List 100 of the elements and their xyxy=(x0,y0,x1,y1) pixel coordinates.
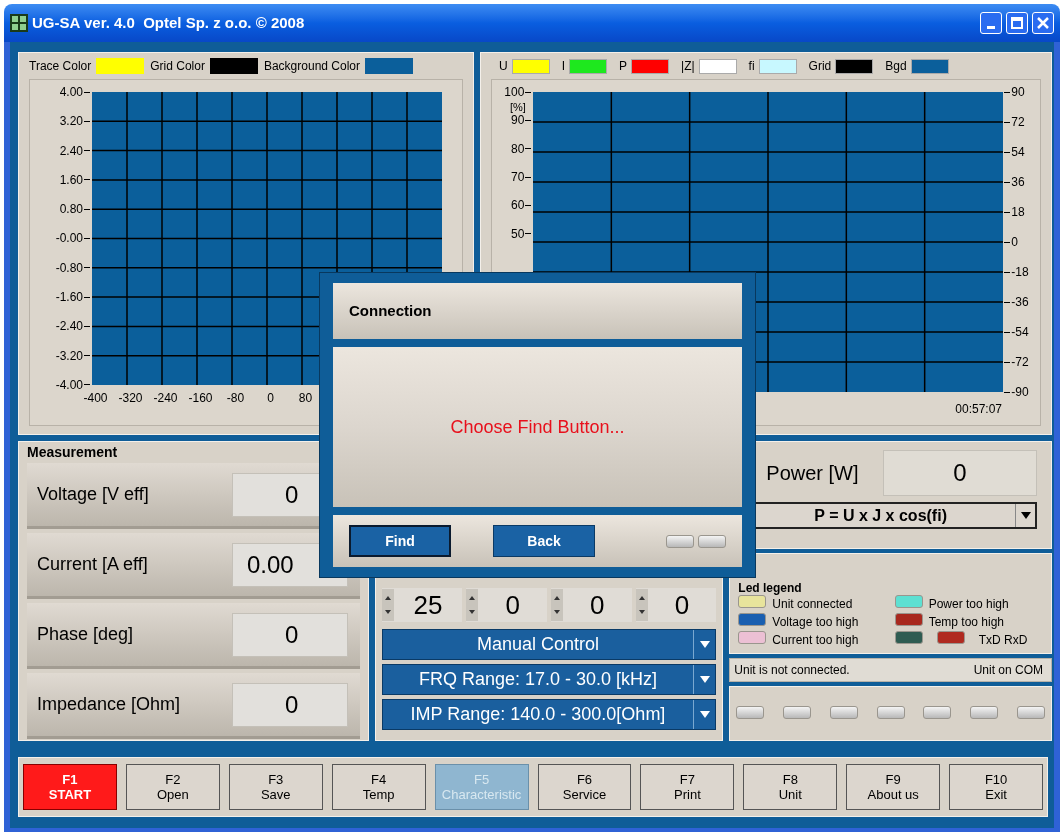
time-label: 00:57:07 xyxy=(955,401,1002,418)
legend-label: Bgd xyxy=(885,58,907,75)
color-swatch[interactable] xyxy=(209,58,258,74)
number-spinner[interactable]: 0 xyxy=(635,588,717,622)
axis-tick-label: 90 xyxy=(1011,86,1025,98)
dialog-message: Choose Find Button... xyxy=(450,415,625,439)
measurement-label: Voltage [V eff] xyxy=(37,483,150,506)
led-indicator xyxy=(783,705,812,719)
axis-tick-label: 3.20 xyxy=(59,115,83,128)
axis-tick-label: -3.20 xyxy=(55,349,83,362)
axis-tick-label: 1.60 xyxy=(59,173,83,186)
legend-label: U xyxy=(499,58,508,75)
function-key-button[interactable]: F9 About us xyxy=(846,764,941,810)
color-swatch[interactable] xyxy=(835,58,874,74)
color-swatch[interactable] xyxy=(631,58,670,74)
led-indicator xyxy=(698,534,726,548)
spinner-arrows-icon xyxy=(550,589,563,621)
legend-label: Unit connected xyxy=(772,595,853,613)
axis-tick-label: 4.00 xyxy=(59,86,83,98)
panel-title: Led legend xyxy=(738,582,803,595)
axis-tick-label: -2.40 xyxy=(55,320,83,333)
number-spinner[interactable]: 0 xyxy=(550,588,632,622)
function-key-button[interactable]: F2 Open xyxy=(125,764,220,810)
value-display: 0 xyxy=(232,682,348,727)
led-indicator xyxy=(666,534,694,548)
minimize-icon xyxy=(987,26,995,29)
axis-tick-label: -54 xyxy=(1011,326,1029,338)
color-swatch[interactable] xyxy=(365,58,413,74)
minimize-button[interactable] xyxy=(980,12,1002,34)
maximize-button[interactable] xyxy=(1006,12,1028,34)
axis-tick-label: 60 xyxy=(510,199,525,212)
axis-tick-label: 100 xyxy=(504,86,525,98)
number-spinner[interactable]: 0 xyxy=(466,588,547,622)
legend-label: Background Color xyxy=(263,58,360,75)
spinner-arrows-icon xyxy=(635,589,648,621)
function-key-button[interactable]: F1 START xyxy=(23,764,117,810)
led-indicator xyxy=(923,705,952,719)
number-spinner[interactable]: 25 xyxy=(381,588,463,622)
dropdown[interactable]: Manual Control xyxy=(381,629,717,660)
measurement-label: Phase [deg] xyxy=(37,623,135,646)
axis-tick-label: 54 xyxy=(1011,146,1025,158)
axis-tick-label: -160 xyxy=(187,391,214,405)
function-key-button[interactable]: F4 Temp xyxy=(331,764,426,810)
panel-title: Measurement xyxy=(27,443,119,461)
axis-tick-label: 0 xyxy=(266,391,275,405)
led-indicator xyxy=(829,705,858,719)
port-label: Unit on COM xyxy=(973,662,1043,679)
axis-tick-label: 90 xyxy=(510,114,525,127)
axis-tick-label: -80 xyxy=(225,391,246,405)
axis-unit-label: [%] xyxy=(510,102,526,113)
axis-tick-label: -400 xyxy=(82,391,109,405)
power-label: Power [W] xyxy=(766,461,859,486)
axis-tick-label: 2.40 xyxy=(59,144,83,157)
color-swatch[interactable] xyxy=(698,58,737,74)
legend-label: Power too high xyxy=(928,595,1009,613)
axis-tick-label: 80 xyxy=(510,142,525,155)
dialog-button[interactable]: Find xyxy=(349,525,451,557)
legend-label: TxD RxD xyxy=(978,631,1028,649)
led-indicator xyxy=(970,705,999,719)
window-title: UG-SA ver. 4.0 Optel Sp. z o.o. © 2008 xyxy=(32,12,306,33)
dropdown[interactable]: FRQ Range: 17.0 - 30.0 [kHz] xyxy=(381,664,717,695)
led-indicator xyxy=(736,705,765,719)
color-swatch[interactable] xyxy=(569,58,607,74)
axis-tick-label: -240 xyxy=(152,391,179,405)
legend-label: Grid xyxy=(808,58,832,75)
color-swatch[interactable] xyxy=(758,58,797,74)
axis-tick-label: -4.00 xyxy=(55,378,83,391)
function-key-button[interactable]: F7 Print xyxy=(640,764,735,810)
color-swatch[interactable] xyxy=(511,58,550,74)
close-icon xyxy=(1037,17,1049,29)
axis-tick-label: 36 xyxy=(1011,176,1025,188)
dialog-button[interactable]: Back xyxy=(493,525,595,557)
close-button[interactable] xyxy=(1032,12,1054,34)
app-icon xyxy=(10,14,28,32)
axis-tick-label: 0.80 xyxy=(59,203,83,216)
axis-tick-label: -18 xyxy=(1011,266,1029,278)
led-indicator xyxy=(1017,705,1045,719)
legend-label: Voltage too high xyxy=(772,613,859,631)
axis-tick-label: -320 xyxy=(117,391,144,405)
legend-label: P xyxy=(619,58,628,75)
maximize-icon xyxy=(1011,17,1023,29)
axis-tick-label: -90 xyxy=(1011,386,1029,398)
axis-tick-label: 80 xyxy=(297,391,314,405)
dropdown[interactable]: IMP Range: 140.0 - 300.0[Ohm] xyxy=(381,699,717,730)
axis-tick-label: 70 xyxy=(510,171,525,184)
function-key-button[interactable]: F6 Service xyxy=(537,764,632,810)
color-swatch[interactable] xyxy=(910,58,949,74)
axis-tick-label: 50 xyxy=(510,227,525,240)
function-key-button[interactable]: F3 Save xyxy=(228,764,323,810)
axis-tick-label: 18 xyxy=(1011,206,1025,218)
color-swatch[interactable] xyxy=(96,58,145,74)
led-indicator xyxy=(876,705,905,719)
legend-label: |Z| xyxy=(681,58,695,75)
caret-icon xyxy=(1020,512,1031,519)
legend-label: fi xyxy=(748,58,755,75)
axis-tick-label: -36 xyxy=(1011,296,1029,308)
caret-icon xyxy=(699,711,710,718)
legend-label: Temp too high xyxy=(928,613,1005,631)
function-key-button[interactable]: F10 Exit xyxy=(949,764,1044,810)
function-key-button[interactable]: F8 Unit xyxy=(743,764,838,810)
